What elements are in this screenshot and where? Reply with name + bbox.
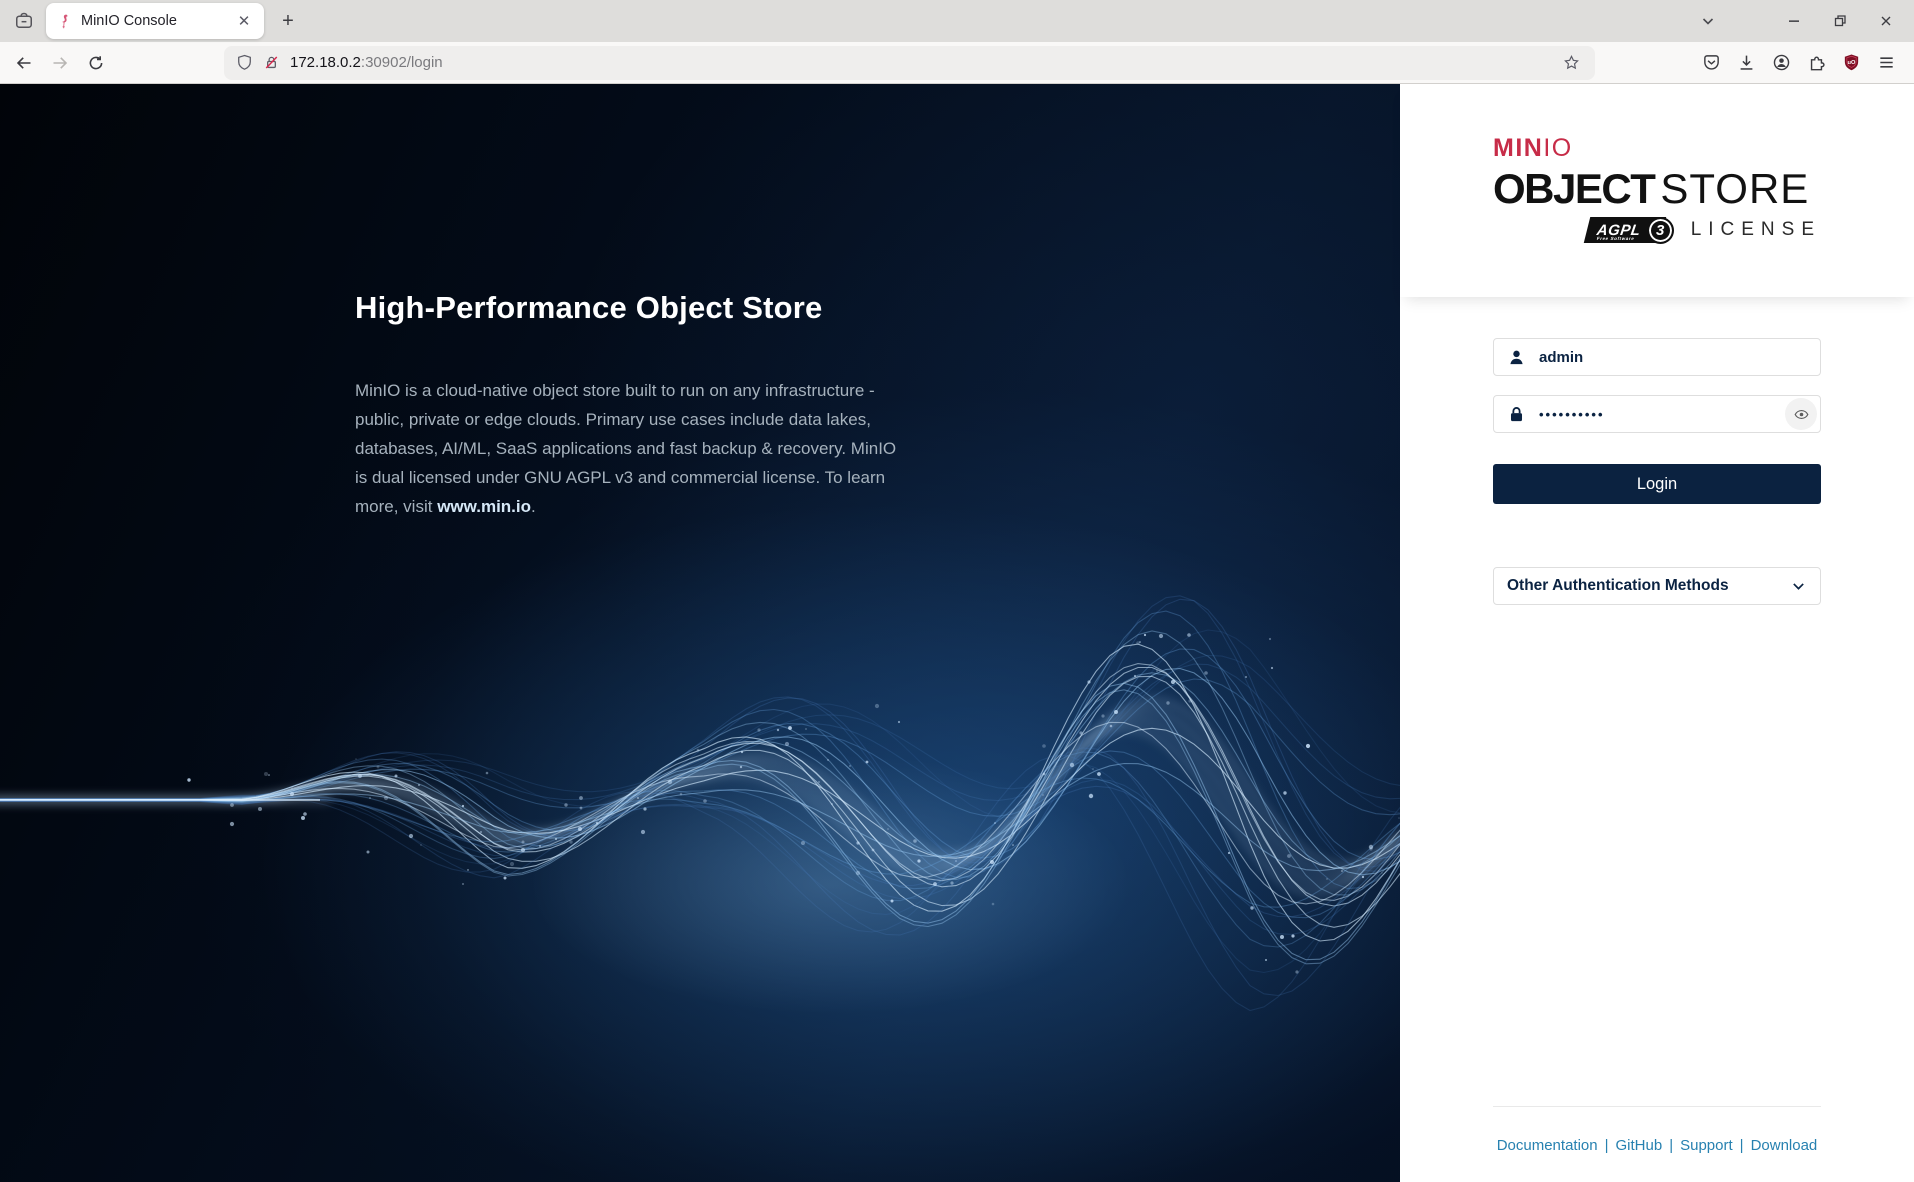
account-icon[interactable] (1765, 47, 1797, 79)
wordmark-bold: MIN (1493, 134, 1543, 162)
page-content: High-Performance Object Store MinIO is a… (0, 84, 1914, 1182)
downloads-icon[interactable] (1730, 47, 1762, 79)
agpl-v3-mark: 3 (1647, 217, 1674, 244)
footer-separator: | (1669, 1137, 1673, 1154)
hero-description: MinIO is a cloud-native object store bui… (355, 376, 903, 521)
hero-panel: High-Performance Object Store MinIO is a… (0, 84, 1400, 1182)
minio-wordmark: MINIO (1493, 136, 1821, 161)
minio-website-link[interactable]: www.min.io (437, 497, 531, 516)
footer-separator: | (1740, 1137, 1744, 1154)
pocket-icon[interactable] (1695, 47, 1727, 79)
new-tab-button[interactable]: + (272, 5, 304, 37)
footer-separator: | (1605, 1137, 1609, 1154)
extensions-puzzle-icon[interactable] (1800, 47, 1832, 79)
tab-close-icon[interactable]: ✕ (232, 9, 256, 33)
login-button[interactable]: Login (1493, 464, 1821, 504)
reload-button[interactable] (80, 47, 112, 79)
product-name: OBJECTSTORE (1493, 168, 1821, 210)
back-button[interactable] (8, 47, 40, 79)
footer-link-download[interactable]: Download (1751, 1137, 1818, 1154)
user-icon (1507, 348, 1526, 367)
license-label: LICENSE (1691, 219, 1821, 241)
tab-title: MinIO Console (81, 13, 232, 29)
hero-wave-graphic (0, 84, 1400, 1182)
window-controls (1692, 5, 1902, 37)
menu-hamburger-icon[interactable] (1870, 47, 1902, 79)
firefox-view-button[interactable] (8, 5, 40, 37)
hero-heading: High-Performance Object Store (355, 290, 822, 326)
login-header: MINIO OBJECTSTORE AGPL Free Software 3 L… (1400, 84, 1914, 297)
bookmark-star-icon[interactable] (1557, 49, 1585, 77)
footer-link-github[interactable]: GitHub (1616, 1137, 1663, 1154)
url-path: :30902/login (361, 54, 443, 71)
other-auth-methods-dropdown[interactable]: Other Authentication Methods (1493, 567, 1821, 605)
minimize-button[interactable] (1778, 5, 1810, 37)
product-light: STORE (1660, 165, 1809, 212)
tracking-shield-icon[interactable] (236, 54, 253, 71)
browser-window: MinIO Console ✕ + (0, 0, 1914, 1182)
url-host: 172.18.0.2 (290, 54, 361, 71)
footer-link-documentation[interactable]: Documentation (1497, 1137, 1598, 1154)
wordmark-light: IO (1543, 134, 1572, 162)
footer-links: Documentation | GitHub | Support | Download (1400, 1137, 1914, 1154)
restore-button[interactable] (1824, 5, 1856, 37)
nav-buttons (8, 47, 112, 79)
forward-button[interactable] (44, 47, 76, 79)
close-window-button[interactable] (1870, 5, 1902, 37)
url-bar[interactable]: 172.18.0.2:30902/login (224, 46, 1595, 80)
lock-icon (1507, 405, 1526, 424)
insecure-lock-icon[interactable] (263, 54, 280, 71)
eye-icon (1793, 406, 1810, 423)
toolbar-extensions-area: uO (1695, 47, 1906, 79)
license-row: AGPL Free Software 3 LICENSE (1493, 216, 1821, 244)
show-password-button[interactable] (1785, 398, 1817, 430)
tab-favicon-flamingo-icon (56, 13, 72, 29)
svg-text:uO: uO (1847, 60, 1855, 66)
navigation-toolbar: 172.18.0.2:30902/login uO (0, 42, 1914, 84)
tab-minio-console[interactable]: MinIO Console ✕ (46, 3, 264, 39)
hero-description-text: MinIO is a cloud-native object store bui… (355, 381, 896, 516)
other-auth-label: Other Authentication Methods (1507, 577, 1729, 595)
agpl-badge-subtext: Free Software (1596, 236, 1635, 241)
login-panel: MINIO OBJECTSTORE AGPL Free Software 3 L… (1400, 84, 1914, 1182)
ublock-origin-icon[interactable]: uO (1835, 47, 1867, 79)
password-input[interactable] (1539, 407, 1820, 422)
password-field[interactable] (1493, 395, 1821, 433)
footer-link-support[interactable]: Support (1680, 1137, 1733, 1154)
firefox-view-icon (14, 11, 34, 31)
hero-link-suffix: . (531, 497, 536, 516)
minio-logo: MINIO OBJECTSTORE AGPL Free Software 3 L… (1493, 136, 1821, 244)
footer-divider (1493, 1106, 1821, 1107)
username-input[interactable] (1539, 349, 1820, 366)
url-text[interactable]: 172.18.0.2:30902/login (290, 54, 1557, 71)
product-bold: OBJECT (1493, 165, 1654, 212)
tab-bar: MinIO Console ✕ + (0, 0, 1914, 42)
list-tabs-chevron-icon[interactable] (1692, 5, 1724, 37)
chevron-down-icon (1790, 578, 1807, 595)
username-field[interactable] (1493, 338, 1821, 376)
